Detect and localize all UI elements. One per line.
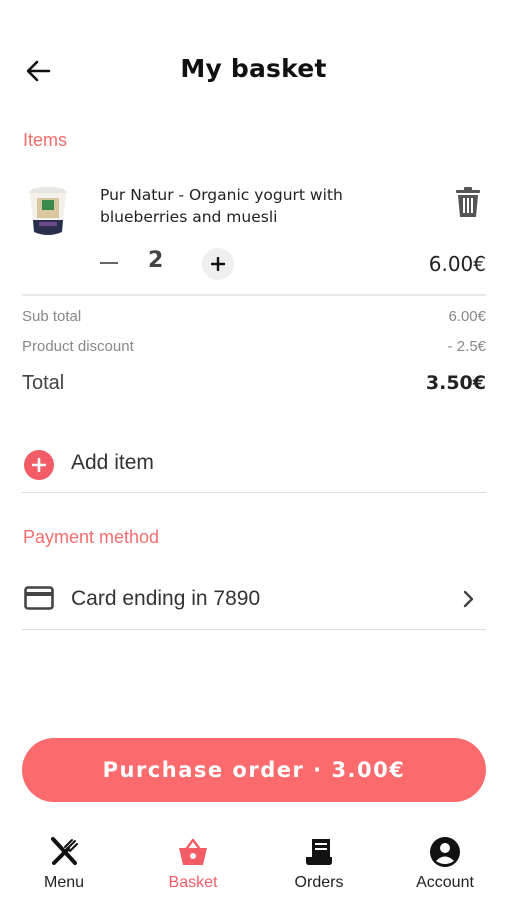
subtotal-label: Sub total bbox=[22, 308, 82, 325]
trash-icon bbox=[456, 187, 480, 217]
delete-item-button[interactable] bbox=[454, 186, 482, 218]
divider bbox=[22, 294, 486, 296]
nav-label: Orders bbox=[294, 874, 344, 891]
nav-label: Menu bbox=[43, 874, 85, 891]
discount-label: Product discount bbox=[22, 338, 134, 355]
add-item-button[interactable]: Add item bbox=[22, 446, 486, 482]
nav-item-account[interactable]: Account bbox=[395, 834, 495, 894]
total-label: Total bbox=[22, 372, 65, 394]
plus-icon bbox=[211, 257, 225, 271]
item-price: 6.00€ bbox=[428, 252, 486, 276]
chevron-right-icon bbox=[463, 590, 474, 608]
plus-circle-icon bbox=[24, 450, 54, 480]
nav-item-orders[interactable]: Orders bbox=[269, 834, 369, 894]
basket-item: Pur Natur - Organic yogurt with blueberr… bbox=[22, 180, 486, 280]
items-section-label: Items bbox=[23, 130, 68, 150]
payment-method-row[interactable]: Card ending in 7890 bbox=[22, 582, 486, 618]
basket-icon bbox=[179, 838, 207, 865]
nav-label: Basket bbox=[168, 874, 218, 891]
product-image bbox=[29, 187, 67, 235]
total-value: 3.50€ bbox=[425, 372, 486, 394]
quantity-value: 2 bbox=[148, 248, 164, 273]
item-name: Pur Natur - Organic yogurt with blueberr… bbox=[100, 186, 343, 226]
purchase-order-button[interactable]: Purchase order · 3.00€ bbox=[22, 738, 486, 802]
receipt-icon bbox=[306, 839, 332, 865]
nav-label: Account bbox=[416, 874, 474, 891]
decrease-quantity-button[interactable] bbox=[98, 250, 120, 274]
bottom-navigation: Menu Basket Orders Account bbox=[0, 830, 507, 900]
fork-knife-icon bbox=[51, 837, 78, 865]
account-icon bbox=[430, 837, 460, 867]
add-item-label: Add item bbox=[71, 451, 154, 474]
discount-value: - 2.5€ bbox=[447, 338, 486, 355]
payment-section-label: Payment method bbox=[23, 527, 160, 547]
subtotal-value: 6.00€ bbox=[448, 308, 486, 325]
credit-card-icon bbox=[24, 586, 54, 610]
header: My basket bbox=[0, 48, 507, 92]
card-label: Card ending in 7890 bbox=[71, 587, 261, 610]
divider bbox=[22, 629, 486, 630]
nav-item-menu[interactable]: Menu bbox=[14, 834, 114, 894]
nav-item-basket[interactable]: Basket bbox=[143, 834, 243, 894]
divider bbox=[22, 492, 486, 493]
page-title: My basket bbox=[180, 54, 327, 83]
increase-quantity-button[interactable] bbox=[202, 248, 234, 280]
